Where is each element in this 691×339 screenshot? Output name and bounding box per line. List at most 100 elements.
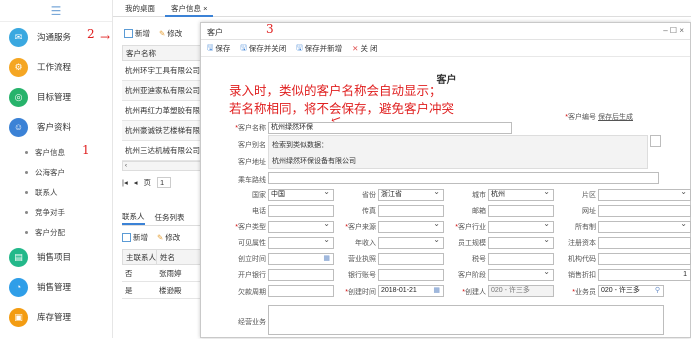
prev-page-icon[interactable]: ◂ [134,178,138,187]
table-row[interactable]: 杭州环宇工具有限公司 [122,61,206,81]
table-row[interactable]: 杭州豪诚铁艺楼梯有限公司 [122,121,206,141]
org-code-label: 机构代码 [536,254,596,264]
route-input[interactable] [268,172,659,184]
sidebar-subitem-3[interactable]: 竞争对手 [0,202,112,222]
ownership-label: 所有制 [536,222,596,232]
customer-dialog: 客户 – ☐ × 🖫 保存 🖫 保存并关闭 🖫 保存并新增 ✕ 关 闭 客户 *客户名称… [200,22,691,338]
customer-icon: ☺ [9,117,28,137]
sidebar-item-items21[interactable]: ◔ 销售管理 [0,272,112,302]
add-icon [124,29,133,38]
fax-label: 传真 [316,206,376,216]
tab-contacts[interactable]: 联系人 [122,211,145,225]
contact-edit-button[interactable]: ✎ 修改 [157,232,180,243]
country-label-text: 国家 [252,192,266,199]
ownership-label-text: 所有制 [575,224,596,231]
menu-toggle-icon[interactable]: ☰ [0,0,112,22]
customer-name-input[interactable]: 杭州绿然环保 [268,122,512,134]
column-header-primary[interactable]: 主联系人 [123,250,157,264]
org-code-label-text: 机构代码 [568,256,596,263]
horizontal-scrollbar[interactable]: ‹ [122,161,206,171]
org-code-field[interactable] [598,253,691,265]
account-label: 银行账号 [316,270,376,280]
website-field[interactable] [598,205,691,217]
website-label-text: 网址 [582,208,596,215]
country-field-value: 中国 [271,191,285,198]
sidebar-subitem-2[interactable]: 联系人 [0,182,112,202]
sidebar-subitem-1[interactable]: 公海客户 [0,162,112,182]
suggestion-item[interactable]: 杭州绿然环保设备有限公司 [272,156,356,166]
column-header-customer-name[interactable]: 客户名称 [122,45,206,61]
business-scope-label-text: 经营业务 [238,319,266,326]
sidebar-subitem-0[interactable]: 客户信息 [0,142,112,162]
salesperson-label-text: 业务员 [575,289,596,296]
new-button[interactable]: 新增 [124,28,150,39]
discount-field[interactable]: 1 [598,269,691,281]
customer-type-label: *客户类型 [206,222,266,232]
phone-label-text: 电话 [252,208,266,215]
business-scope-textarea[interactable] [268,305,664,335]
contact-new-label: 新增 [133,233,148,242]
income-label-text: 年收入 [355,240,376,247]
annotation-line-1: 录入时，类似的客户名称会自动显示； [229,83,442,98]
sidebar-item-items0[interactable]: ✉ 沟通服务 [0,22,112,52]
sidebar-subitem-label: 客户分配 [35,227,65,237]
customer-list-panel: 新增 ✎ 修改 客户名称 杭州环宇工具有限公司 杭州亚迪家私有限公司 杭州再红力革塑胶… [118,25,206,338]
contact-new-button[interactable]: 新增 [122,232,148,243]
sidebar-item-label: 沟通服务 [37,32,72,42]
area-field[interactable] [598,189,691,201]
area-label: 片区 [536,190,596,200]
capital-field[interactable] [598,237,691,249]
close-icon[interactable]: × [203,4,207,13]
visibility-label-text: 可见属性 [238,240,266,247]
bullet-icon [25,210,28,214]
bank-label: 开户银行 [206,270,266,280]
bank-label-text: 开户银行 [238,272,266,279]
staff-label-text: 员工规模 [458,240,486,247]
sidebar-subitem-label: 客户信息 [35,147,65,157]
creator-label-text: 创建人 [465,289,486,296]
edit-button[interactable]: ✎ 修改 [159,28,182,39]
province-label-text: 省份 [362,192,376,199]
area-label-text: 片区 [582,192,596,199]
source-label: *客户来源 [316,222,376,232]
table-row[interactable]: 杭州亚迪家私有限公司 [122,81,206,101]
top-tab-bar: 我的桌面 客户信息 × [113,0,691,17]
table-row[interactable]: 杭州再红力革塑胶有限公司 [122,101,206,121]
customer-code-label: *客户编号 [536,112,596,122]
sidebar-item-items3[interactable]: ☺ 客户资料 [0,112,112,142]
industry-label-text: 客户行业 [458,224,486,231]
tab-customer-info[interactable]: 客户信息 × [165,0,214,17]
sidebar-item-items2[interactable]: ◎ 目标管理 [0,82,112,112]
suggestion-dropdown: 检索到类似数据： 杭州绿然环保设备有限公司 [268,135,648,169]
save-then-generate-link[interactable]: 保存后生成 [598,112,633,122]
page-input[interactable]: 1 [156,177,171,188]
tab-my-desktop[interactable]: 我的桌面 [125,0,155,17]
first-page-icon[interactable]: |◂ [122,178,128,187]
debt-period-label-text: 欠款周期 [238,289,266,296]
table-row[interactable]: 杭州三达机械有限公司 [122,141,206,161]
sidebar-item-items22[interactable]: ▣ 库存管理 [0,302,112,332]
ownership-field[interactable] [598,221,691,233]
search-icon[interactable]: ⚲ [655,286,660,296]
fax-label-text: 传真 [362,208,376,215]
customer-form: *客户名称 杭州绿然环保 *客户编号 保存后生成 客户别名 客户地址 检索到类似数据： 杭州绿… [201,23,691,339]
province-label: 省份 [316,190,376,200]
sidebar-item-label: 工作流程 [37,62,72,72]
email-label: 邮箱 [426,206,486,216]
stage-label-text: 客户阶段 [458,272,486,279]
contact-row[interactable]: 是 楼逊殿 [122,282,206,299]
sidebar-subitem-4[interactable]: 客户分配 [0,222,112,242]
sales-icon: ◔ [9,277,28,297]
create-time-field-value: 2018-01-21 [381,287,417,294]
city-label: 城市 [426,190,486,200]
contact-row[interactable]: 否 张雨婷 [122,265,206,282]
creator-label: *创建人 [426,287,486,297]
column-header-name[interactable]: 姓名 [157,250,175,264]
salesperson-field[interactable]: 020 - 许三多 ⚲ [598,285,664,297]
tab-tasks[interactable]: 任务列表 [155,212,185,223]
province-field-value: 浙江省 [381,191,402,198]
address-field-edge[interactable] [650,135,661,147]
sidebar-item-items1[interactable]: ⚙ 工作流程 [0,52,112,82]
salesperson-label: *业务员 [536,287,596,297]
sidebar-item-items20[interactable]: ▤ 销售项目 [0,242,112,272]
